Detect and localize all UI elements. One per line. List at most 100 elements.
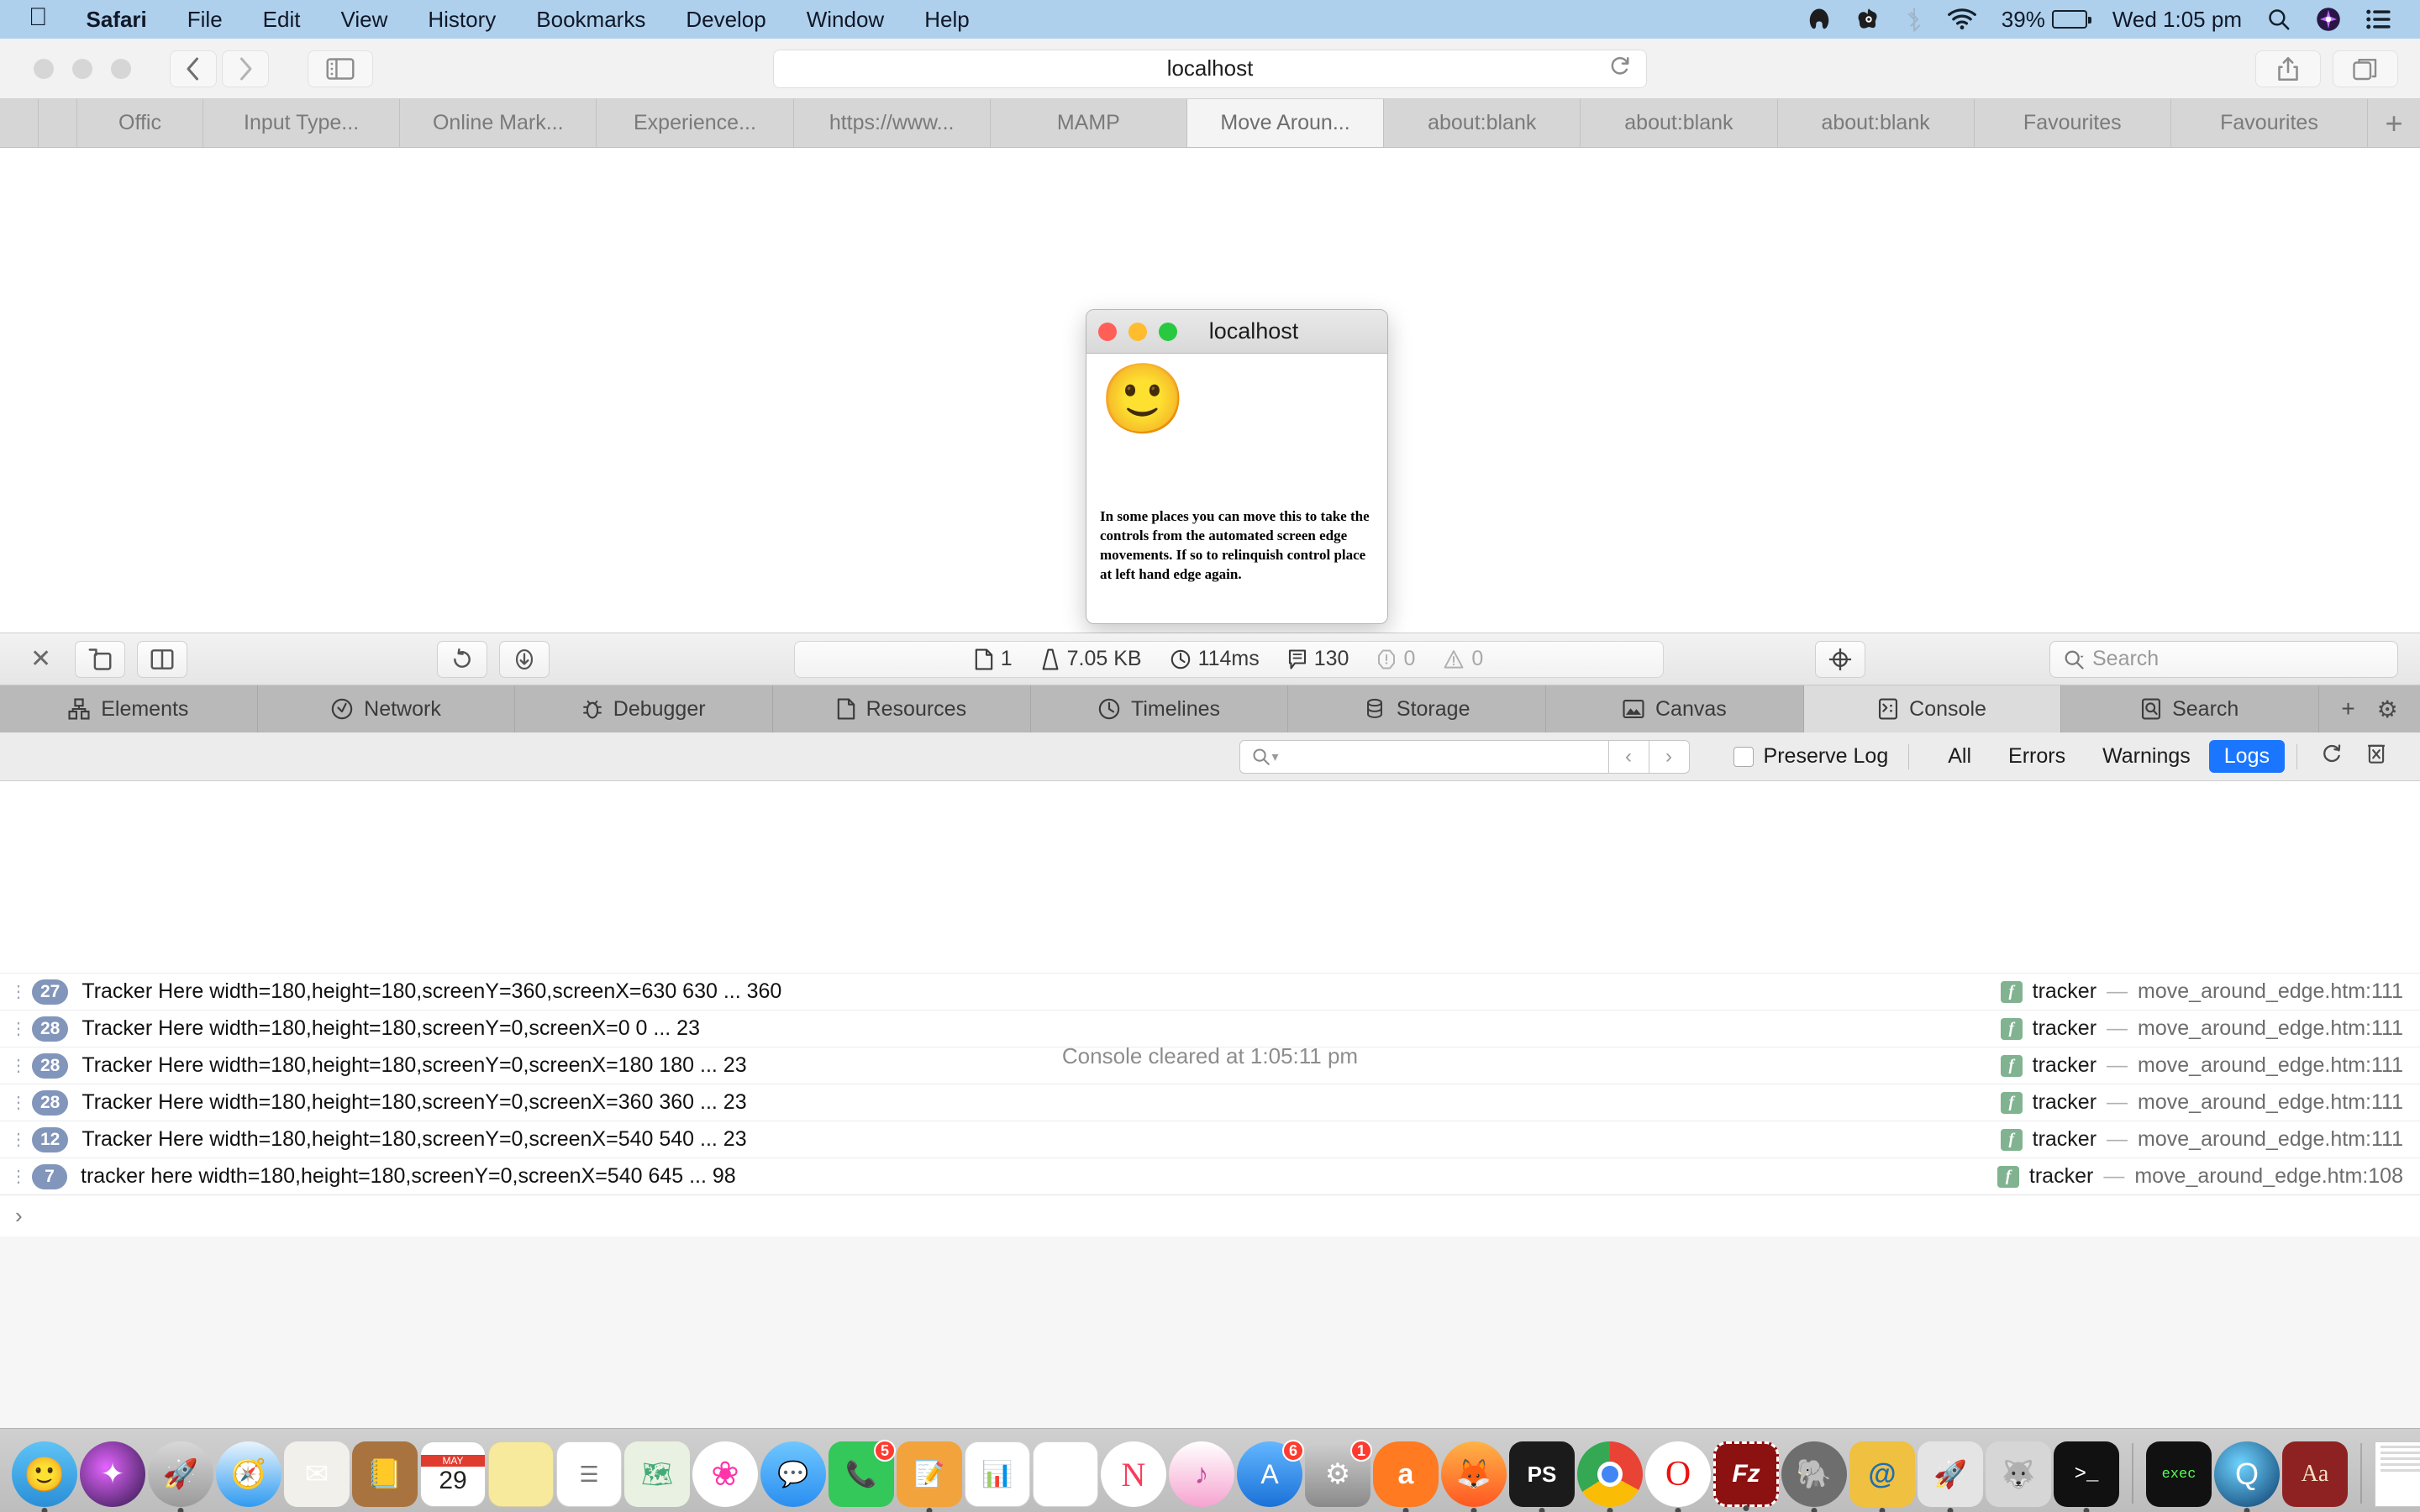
log-source-file[interactable]: move_around_edge.htm:108 xyxy=(2134,1164,2403,1189)
console-filter-errors[interactable]: Errors xyxy=(1990,744,2084,769)
popup-window[interactable]: localhost 🙂 In some places you can move … xyxy=(1086,309,1388,624)
tab-elements[interactable]: Elements xyxy=(0,685,258,732)
node-inspect-icon[interactable] xyxy=(1815,640,1865,678)
popup-title-bar[interactable]: localhost xyxy=(1086,310,1387,354)
tab-online-marketing[interactable]: Online Mark... xyxy=(400,99,597,147)
tab-about-blank-3[interactable]: about:blank xyxy=(1778,99,1975,147)
log-source[interactable]: f tracker — move_around_edge.htm:108 xyxy=(1996,1164,2403,1189)
trash-icon[interactable] xyxy=(2354,743,2398,770)
sidebar-icon[interactable] xyxy=(308,50,373,87)
dock-app-calendar[interactable]: MAY 29 xyxy=(420,1441,486,1507)
dock-app-gimp[interactable]: 🐺 xyxy=(1986,1441,2051,1507)
menu-item-window[interactable]: Window xyxy=(786,7,904,33)
dock-app-pages[interactable]: 📝 xyxy=(897,1441,962,1512)
dock-app-facetime[interactable]: 📞 5 xyxy=(829,1440,896,1507)
tab-favourites-1[interactable]: Favourites xyxy=(1975,99,2171,147)
menu-item-develop[interactable]: Develop xyxy=(666,7,786,33)
apple-logo-icon[interactable]:  xyxy=(18,5,66,34)
dock-app-contacts[interactable]: 📒 xyxy=(352,1441,418,1507)
dock-app-maps[interactable]: 🗺 xyxy=(624,1441,690,1507)
undock-icon[interactable] xyxy=(75,640,126,678)
close-button[interactable] xyxy=(34,58,54,79)
share-icon[interactable] xyxy=(2255,50,2321,87)
dock-app-coda[interactable]: @ xyxy=(1849,1441,1915,1512)
bluetooth-icon[interactable] xyxy=(1906,7,1923,32)
dock-app-mamp[interactable]: 🐘 xyxy=(1781,1441,1847,1512)
console-filter-logs[interactable]: Logs xyxy=(2208,740,2285,773)
tab-search[interactable]: Search xyxy=(2061,685,2320,732)
log-source[interactable]: f tracker — move_around_edge.htm:111 xyxy=(2000,1090,2403,1115)
back-button[interactable] xyxy=(170,50,217,87)
log-source[interactable]: f tracker — move_around_edge.htm:111 xyxy=(2000,979,2403,1004)
tab-about-blank-1[interactable]: about:blank xyxy=(1384,99,1581,147)
popup-minimize-button[interactable] xyxy=(1128,322,1147,341)
dock-app-quicktime[interactable]: Q xyxy=(2214,1441,2280,1512)
dock-app-filezilla[interactable]: Fz xyxy=(1713,1441,1779,1511)
minimize-button[interactable] xyxy=(72,58,92,79)
log-source-file[interactable]: move_around_edge.htm:111 xyxy=(2138,979,2403,1004)
menu-item-bookmarks[interactable]: Bookmarks xyxy=(516,7,666,33)
tab-console[interactable]: Console xyxy=(1803,685,2062,732)
menu-bar-clock[interactable]: Wed 1:05 pm xyxy=(2112,7,2242,33)
dock-app-siri[interactable]: ✦ xyxy=(80,1441,145,1507)
tab-input-type[interactable]: Input Type... xyxy=(203,99,401,147)
dock-app-reminders[interactable]: ☰ xyxy=(556,1441,622,1507)
log-source[interactable]: f tracker — move_around_edge.htm:111 xyxy=(2000,1127,2403,1152)
menu-item-file[interactable]: File xyxy=(167,7,243,33)
download-icon[interactable] xyxy=(499,640,550,678)
tab-move-around[interactable]: Move Aroun... xyxy=(1186,99,1385,147)
tab-office[interactable]: Offic xyxy=(77,99,203,147)
console-log-row[interactable]: ⋮ 28 Tracker Here width=180,height=180,s… xyxy=(0,1084,2420,1121)
tab-https-www[interactable]: https://www... xyxy=(794,99,991,147)
dock-app-phpstorm[interactable]: PS xyxy=(1509,1441,1575,1512)
tab-debugger[interactable]: Debugger xyxy=(515,685,774,732)
dock-app-itunes[interactable]: ♪ xyxy=(1169,1441,1234,1507)
dock-app-avast[interactable]: a xyxy=(1373,1441,1439,1512)
tab-canvas[interactable]: Canvas xyxy=(1546,685,1804,732)
spotlight-search-icon[interactable] xyxy=(2267,8,2291,31)
dock-app-keynote[interactable]: 📽 xyxy=(1033,1441,1098,1507)
dock-doc-docx[interactable] xyxy=(2375,1441,2420,1507)
preserve-log-checkbox[interactable] xyxy=(1733,746,1754,767)
inspector-search-field[interactable]: Search xyxy=(2049,640,2398,678)
dock-app-launchpad[interactable]: 🚀 xyxy=(148,1441,213,1512)
maximize-button[interactable] xyxy=(111,58,131,79)
dock-app-transmit[interactable]: 🚀 xyxy=(1918,1441,1983,1512)
dock-app-system-preferences[interactable]: ⚙ 1 xyxy=(1305,1440,1372,1507)
console-log-row[interactable]: ⋮ 12 Tracker Here width=180,height=180,s… xyxy=(0,1121,2420,1158)
tab-experience[interactable]: Experience... xyxy=(597,99,794,147)
menu-item-safari[interactable]: Safari xyxy=(66,7,167,33)
dock-app-notes[interactable] xyxy=(488,1441,554,1507)
wifi-icon[interactable] xyxy=(1947,8,1976,30)
console-filter-prev[interactable]: ‹ xyxy=(1608,739,1649,774)
new-tab-button[interactable]: + xyxy=(2368,99,2420,147)
plus-icon[interactable]: + xyxy=(2341,696,2354,722)
tab-timelines[interactable]: Timelines xyxy=(1031,685,1289,732)
dock-app-news[interactable]: N xyxy=(1101,1441,1166,1507)
tab-resources[interactable]: Resources xyxy=(773,685,1031,732)
dock-app-mail[interactable]: ✉ xyxy=(284,1441,350,1507)
log-source-file[interactable]: move_around_edge.htm:111 xyxy=(2138,1053,2403,1078)
dock-app-photos[interactable]: ❀ xyxy=(692,1441,758,1507)
log-source[interactable]: f tracker — move_around_edge.htm:111 xyxy=(2000,1053,2403,1078)
dock-app-chrome[interactable] xyxy=(1577,1441,1643,1512)
reload-icon[interactable] xyxy=(1609,55,1631,82)
dock-app-dictionary[interactable]: Aa xyxy=(2282,1441,2348,1507)
battery-indicator[interactable]: 39% xyxy=(2002,7,2091,33)
avast-icon[interactable] xyxy=(1857,8,1881,31)
dock-app-app-store[interactable]: A6 xyxy=(1237,1440,1304,1507)
tab-mamp[interactable]: MAMP xyxy=(991,99,1187,147)
menu-item-history[interactable]: History xyxy=(408,7,516,33)
popup-maximize-button[interactable] xyxy=(1159,322,1177,341)
log-source-file[interactable]: move_around_edge.htm:111 xyxy=(2138,1016,2403,1041)
forward-button[interactable] xyxy=(222,50,269,87)
dock-app-terminal[interactable]: >_ xyxy=(2054,1441,2119,1512)
refresh-icon[interactable] xyxy=(2309,743,2354,770)
dock-app-opera[interactable]: O xyxy=(1645,1441,1711,1512)
console-log-row[interactable]: ⋮ 28 Tracker Here width=180,height=180,s… xyxy=(0,1047,2420,1084)
tab-about-blank-2[interactable]: about:blank xyxy=(1581,99,1778,147)
reload-page-icon[interactable] xyxy=(437,640,487,678)
console-filter-warnings[interactable]: Warnings xyxy=(2084,744,2209,769)
console-prompt[interactable]: › xyxy=(0,1194,2420,1236)
log-source-file[interactable]: move_around_edge.htm:111 xyxy=(2138,1127,2403,1152)
